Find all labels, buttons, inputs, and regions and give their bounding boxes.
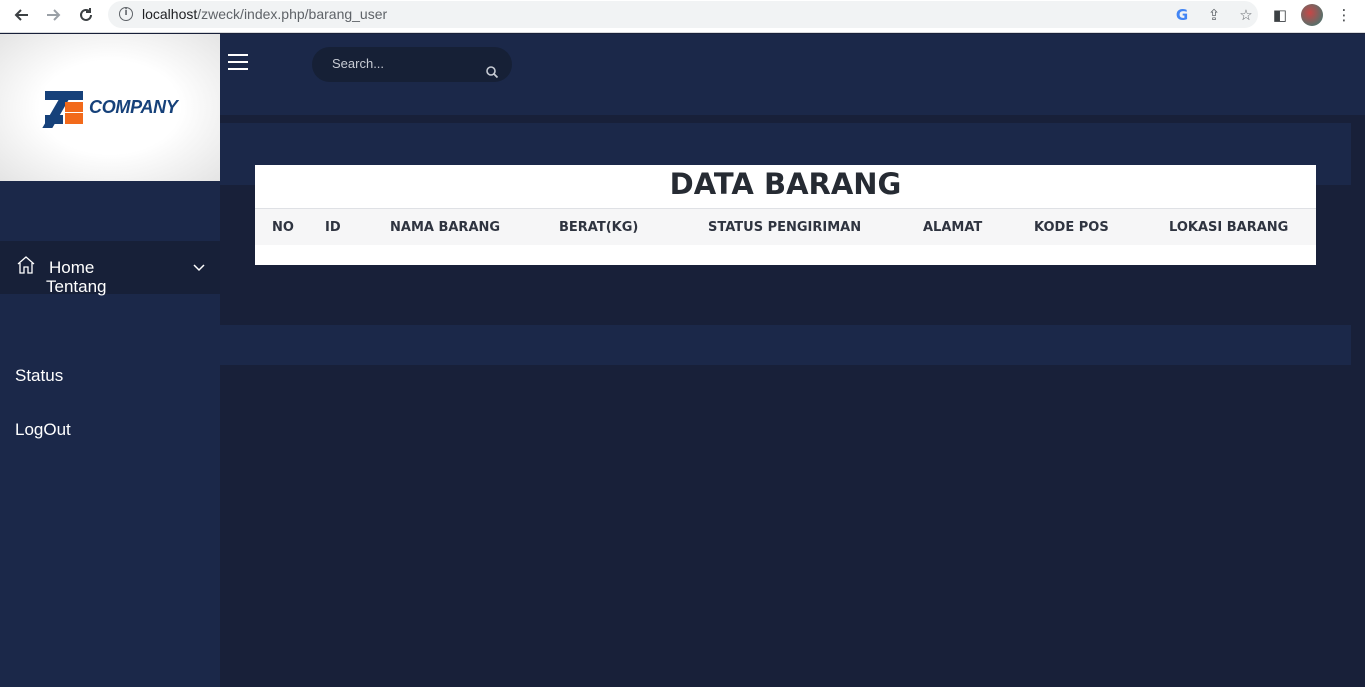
logo-area: COMPANY [0,34,220,181]
page-title: DATA BARANG [669,167,902,201]
column-header-berat: BERAT(KG) [559,220,639,235]
site-info-icon[interactable]: i [119,7,133,21]
side-panel-icon[interactable]: ◧ [1269,6,1291,24]
google-lens-icon[interactable]: G [1170,6,1194,24]
logo-text: COMPANY [89,97,178,117]
back-icon[interactable] [8,4,34,26]
table-header: NO ID NAMA BARANG BERAT(KG) STATUS PENGI… [255,209,1316,245]
browser-toolbar: i localhost/zweck/index.php/barang_user … [0,0,1365,33]
bookmark-star-icon[interactable]: ☆ [1234,6,1258,24]
top-header [220,34,1365,115]
share-icon[interactable]: ⇪ [1202,6,1226,24]
home-icon [17,256,35,274]
sidebar-item-status[interactable]: Status [15,366,63,386]
column-header-alamat: ALAMAT [923,220,983,235]
search-box [312,47,512,82]
footer-band [220,325,1351,365]
search-input[interactable] [332,56,482,71]
more-menu-icon[interactable]: ⋮ [1333,6,1355,24]
url-text: localhost/zweck/index.php/barang_user [142,6,388,22]
hamburger-menu-icon[interactable] [228,54,248,70]
forward-icon[interactable] [41,4,67,26]
reload-icon[interactable] [73,4,99,26]
column-header-status-pengiriman: STATUS PENGIRIMAN [708,220,862,235]
sidebar-item-logout[interactable]: LogOut [15,420,71,440]
sidebar-item-home[interactable]: Home [0,241,220,294]
data-card: DATA BARANG NO ID NAMA BARANG BERAT(KG) … [255,165,1316,265]
search-icon[interactable] [485,65,499,79]
sidebar: COMPANY Home [0,34,220,687]
logo-mark-icon [42,91,83,128]
address-bar[interactable]: i localhost/zweck/index.php/barang_user … [108,1,1258,28]
column-header-kode-pos: KODE POS [1034,220,1109,235]
column-header-id: ID [325,220,341,235]
company-logo[interactable]: COMPANY [42,91,178,128]
sidebar-subitem-tentang[interactable]: Tentang [46,277,107,297]
column-header-lokasi-barang: LOKASI BARANG [1169,220,1289,235]
sidebar-item-label: Home [49,258,95,277]
column-header-nama-barang: NAMA BARANG [390,220,501,235]
chevron-down-icon [193,264,205,272]
profile-avatar[interactable] [1301,4,1323,26]
column-header-no: NO [272,220,294,235]
